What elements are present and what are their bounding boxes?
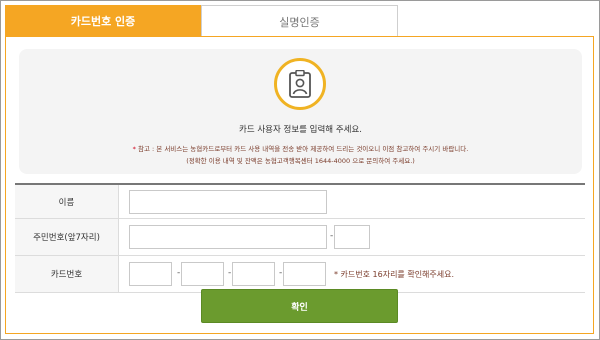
card-number-part-1[interactable] [129,262,172,286]
card-number-part-4[interactable] [283,262,326,286]
name-input[interactable] [129,190,327,214]
notice-contact-text: (정확한 이용 내역 및 잔액은 농협고객행복센터 1644-4000 으로 문… [186,157,415,165]
tab-card-auth[interactable]: 카드번호 인증 [5,5,201,37]
card-dash-1: - [177,268,181,278]
card-hint-text: * 카드번호 16자리를 확인해주세요. [334,270,455,279]
notice-box: 카드 사용자 정보를 입력해 주세요. * 참고 : 본 서비스는 농협카드로부… [19,49,582,174]
confirm-button[interactable]: 확인 [201,289,398,323]
auth-tabs: 카드번호 인증 실명인증 [5,5,398,37]
resident-dash: - [330,231,334,241]
auth-panel: 카드 사용자 정보를 입력해 주세요. * 참고 : 본 서비스는 농협카드로부… [5,36,594,334]
card-dash-2: - [228,268,232,278]
notice-main-text: 카드 사용자 정보를 입력해 주세요. [239,125,362,135]
notice-reference-text: * 참고 : 본 서비스는 농협카드로부터 카드 사용 내역을 전송 받아 제공… [19,143,582,153]
tab-realname-auth[interactable]: 실명인증 [201,5,398,37]
notice-reference-body: 참고 : 본 서비스는 농협카드로부터 카드 사용 내역을 전송 받아 제공하여… [137,145,469,153]
resident-label: 주민번호(앞7자리) [15,219,119,255]
name-row: 이름 [15,185,585,219]
resident-back-input[interactable] [334,225,370,249]
resident-row: 주민번호(앞7자리) - [15,219,585,256]
card-number-part-2[interactable] [181,262,224,286]
card-dash-3: - [279,268,283,278]
card-number-part-3[interactable] [232,262,275,286]
resident-front-input[interactable] [129,225,327,249]
notice-star: * [132,145,136,153]
card-row: 카드번호 - - - * 카드번호 16자리를 확인해주세요. [15,256,585,293]
card-label: 카드번호 [15,256,119,292]
name-label: 이름 [15,185,119,218]
id-card-icon [274,58,326,110]
card-auth-form: 이름 주민번호(앞7자리) - 카드번호 - - - * 카드번호 16자리를 … [15,183,585,293]
